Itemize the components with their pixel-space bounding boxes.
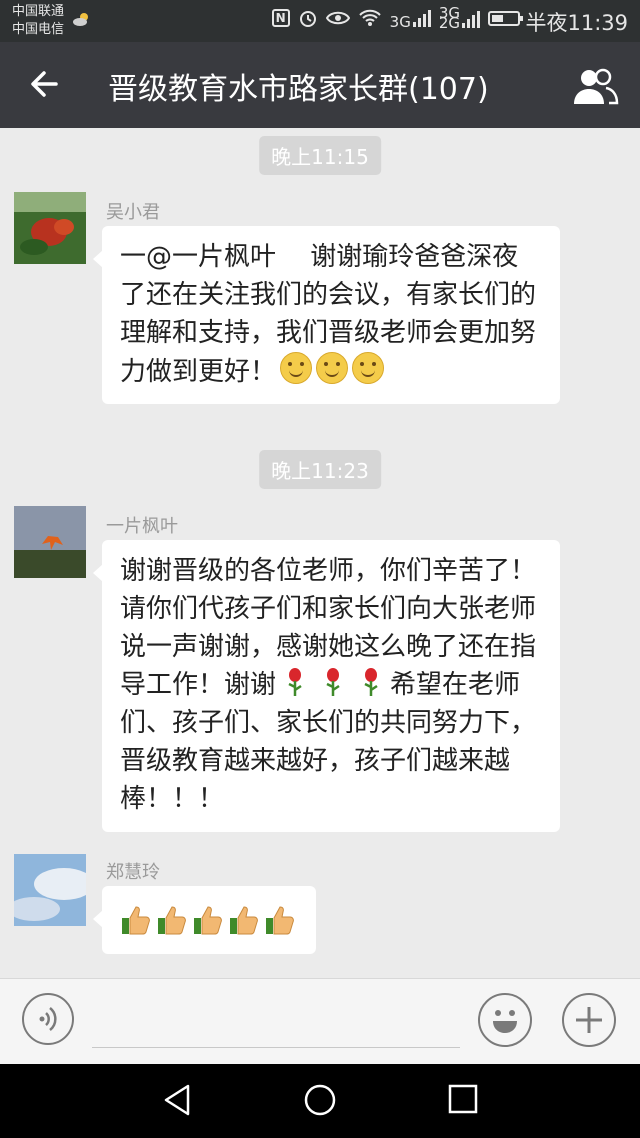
wifi-icon — [358, 9, 381, 26]
rose-emoji — [326, 668, 340, 696]
message-bubble[interactable]: 一@一片枫叶 谢谢瑜玲爸爸深夜了还在关注我们的会议，有家长们的理解和支持，我们晋… — [93, 226, 560, 404]
chat-title: 晋级教育水市路家长群(107) — [108, 72, 489, 107]
carrier-2: 中国电信 — [12, 22, 65, 37]
sender-name: 一片枫叶 — [106, 516, 178, 537]
smile-emoji — [280, 352, 313, 384]
system-nav-bar — [0, 1064, 640, 1138]
thumbs-up-emoji — [266, 905, 294, 934]
emoji-button[interactable] — [478, 993, 532, 1047]
avatar[interactable] — [14, 506, 86, 578]
nav-home-icon[interactable] — [302, 1082, 338, 1118]
nfc-icon: N — [271, 9, 290, 27]
rose-emoji — [288, 668, 302, 696]
avatar[interactable] — [14, 854, 86, 926]
avatar[interactable] — [14, 192, 86, 264]
message-bubble[interactable]: 谢谢晋级的各位老师，你们辛苦了！请你们代孩子们和家长们向大张老师说一声谢谢，感谢… — [93, 540, 560, 832]
thumbs-up-emoji — [158, 905, 186, 934]
plus-icon — [576, 1007, 602, 1033]
emoji-icon — [493, 1010, 517, 1033]
input-bar — [0, 978, 640, 1065]
chat-header: 晋级教育水市路家长群(107) — [0, 42, 640, 128]
voice-button[interactable] — [22, 993, 74, 1045]
thumbs-up-emoji — [194, 905, 222, 934]
sender-name: 吴小君 — [106, 202, 160, 223]
message-bubble[interactable] — [93, 886, 316, 954]
group-members-icon[interactable] — [570, 66, 620, 106]
thumbs-up-emoji — [230, 905, 258, 934]
carrier-1: 中国联通 — [12, 4, 65, 19]
nav-recent-apps-icon[interactable] — [446, 1082, 480, 1116]
eye-icon — [325, 11, 350, 25]
battery-icon — [488, 10, 523, 26]
message-input[interactable] — [92, 1047, 460, 1048]
arrow-left-icon[interactable] — [26, 64, 66, 104]
alarm-icon — [299, 11, 316, 27]
signal-2: 3G 2G — [439, 6, 480, 31]
time-badge: 晚上11:15 — [259, 136, 381, 175]
sender-name: 郑慧玲 — [106, 862, 160, 883]
rose-emoji — [364, 668, 378, 696]
plus-button[interactable] — [562, 993, 616, 1047]
smile-emoji — [316, 352, 349, 384]
smile-emoji — [352, 352, 385, 384]
nav-back-icon[interactable] — [160, 1082, 196, 1118]
weather-icon — [73, 13, 88, 26]
time-badge: 晚上11:23 — [259, 450, 381, 489]
status-clock: 半夜11:39 — [525, 11, 628, 35]
thumbs-up-emoji — [122, 905, 150, 934]
carrier-info: 中国联通 中国电信 — [12, 3, 64, 39]
signal-1: 3G — [390, 9, 431, 29]
voice-icon — [39, 1007, 57, 1031]
chat-area[interactable]: 晚上11:15 吴小君 一@一片枫叶 谢谢瑜玲爸爸深夜了还在关注我们的会议，有家… — [0, 128, 640, 978]
status-bar: 中国联通 中国电信 N 3G 3G 2G 半夜11:39 — [0, 0, 640, 42]
